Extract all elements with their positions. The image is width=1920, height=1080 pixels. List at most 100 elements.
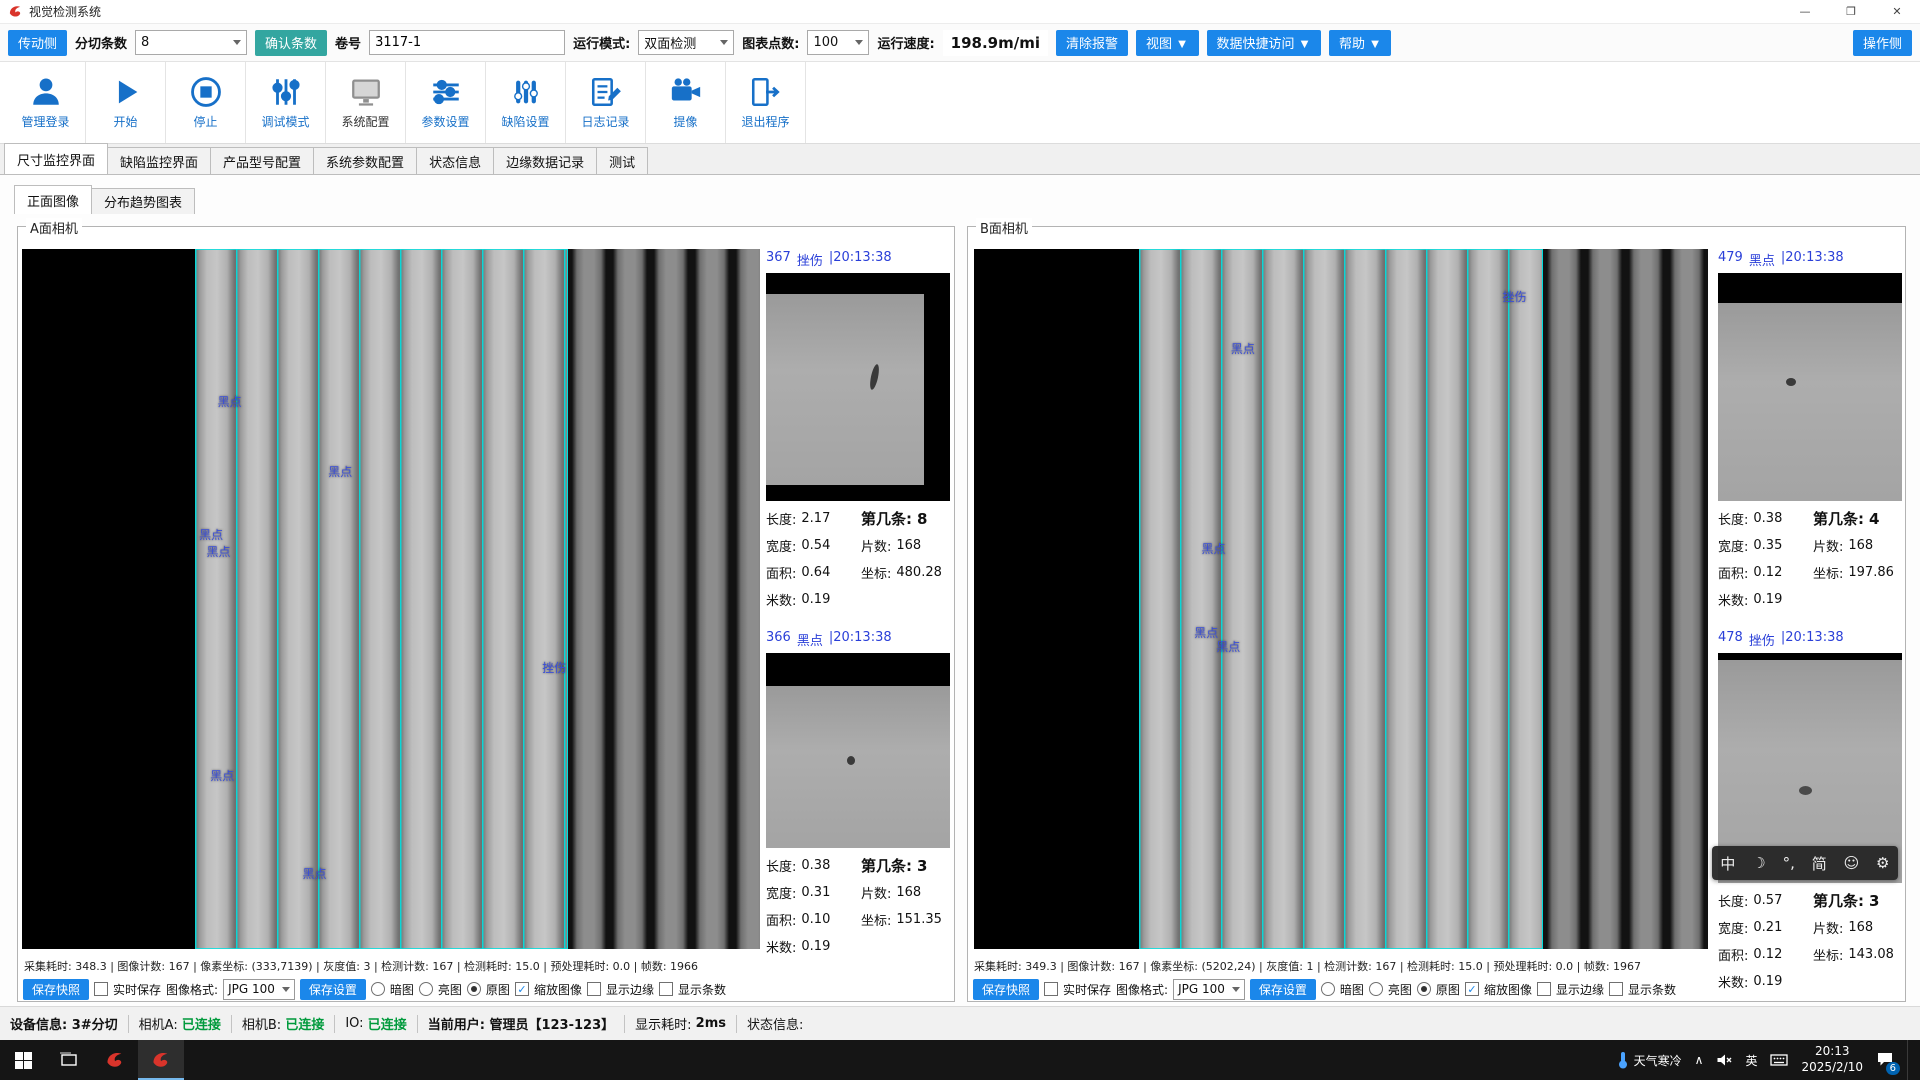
defect-settings-button[interactable]: 缺陷设置 xyxy=(486,62,566,143)
realtime-save-checkbox[interactable] xyxy=(1044,982,1058,996)
tray-expand-chevron[interactable]: ∧ xyxy=(1695,1053,1704,1067)
tab-edge-data-record[interactable]: 边缘数据记录 xyxy=(493,147,597,174)
original-image-radio[interactable] xyxy=(467,982,481,996)
ime-punctuation-button[interactable]: °, xyxy=(1783,854,1795,872)
original-image-radio[interactable] xyxy=(1417,982,1431,996)
defect-pieces: 168 xyxy=(1848,920,1873,935)
chart-points-select[interactable]: 100 xyxy=(807,30,869,55)
defect-stats: 长度:0.38 第几条:3 宽度:0.31 片数:168 面积:0.10 坐标:… xyxy=(766,848,952,960)
taskbar-app-icon-active[interactable] xyxy=(138,1040,184,1080)
ime-settings-gear-icon[interactable]: ⚙ xyxy=(1876,854,1889,872)
chart-points-label: 图表点数: xyxy=(742,33,799,52)
ime-fullwidth-moon-icon[interactable]: ☽ xyxy=(1752,854,1765,872)
divider xyxy=(231,1015,232,1033)
bright-image-radio[interactable] xyxy=(419,982,433,996)
defect-annotation: 黑点 xyxy=(328,463,352,480)
weather-tray-item[interactable]: 天气寒冷 xyxy=(1616,1051,1682,1069)
divider xyxy=(417,1015,418,1033)
show-count-checkbox[interactable] xyxy=(1609,982,1623,996)
defect-card[interactable]: 478 挫伤 |20:13:38 长度:0.57 第几条:3 宽度:0.21 片… xyxy=(1718,629,1904,995)
ime-language-button[interactable]: 中 xyxy=(1720,853,1735,874)
data-access-menu-button[interactable]: 数据快捷访问 ▼ xyxy=(1207,30,1321,56)
show-desktop-button[interactable] xyxy=(1907,1040,1912,1080)
operate-side-button[interactable]: 操作侧 xyxy=(1853,30,1912,56)
defect-annotation: 挫伤 xyxy=(542,659,566,676)
show-count-checkbox[interactable] xyxy=(659,982,673,996)
tab-front-image[interactable]: 正面图像 xyxy=(14,185,92,214)
show-edge-checkbox[interactable] xyxy=(587,982,601,996)
capture-image-button[interactable]: 提像 xyxy=(646,62,726,143)
input-language-indicator[interactable]: 英 xyxy=(1745,1052,1757,1069)
show-edge-checkbox[interactable] xyxy=(1537,982,1551,996)
tab-distribution-trend-chart[interactable]: 分布趋势图表 xyxy=(91,188,195,214)
camera-b-stats-line: 采集耗时: 349.3 | 图像计数: 167 | 像素坐标: (5202,24… xyxy=(974,958,1641,974)
restore-button[interactable]: ❐ xyxy=(1828,0,1874,23)
defect-meters: 0.19 xyxy=(1753,592,1782,607)
clear-alarm-button[interactable]: 清除报警 xyxy=(1056,30,1128,56)
defect-coord: 143.08 xyxy=(1848,947,1894,962)
touch-keyboard-icon[interactable] xyxy=(1770,1053,1788,1067)
camera-b-image[interactable]: 挫伤 黑点 黑点 黑点 黑点 xyxy=(974,249,1708,949)
action-center-button[interactable]: 6 xyxy=(1876,1050,1894,1071)
zoom-image-checkbox[interactable] xyxy=(1465,982,1479,996)
defect-card[interactable]: 366 黑点 |20:13:38 长度:0.38 第几条:3 宽度:0.31 片… xyxy=(766,629,952,960)
io-status-value: 已连接 xyxy=(368,1014,407,1033)
zoom-image-checkbox[interactable] xyxy=(515,982,529,996)
view-menu-button[interactable]: 视图 ▼ xyxy=(1136,30,1198,56)
start-button[interactable] xyxy=(0,1040,46,1080)
close-button[interactable]: ✕ xyxy=(1874,0,1920,23)
image-format-select[interactable]: JPG 100 xyxy=(223,979,295,1000)
defect-id: 367 xyxy=(766,250,791,269)
defect-time: |20:13:38 xyxy=(829,630,892,649)
confirm-count-button[interactable]: 确认条数 xyxy=(255,30,327,56)
roll-number-input[interactable] xyxy=(369,30,565,55)
defect-annotation: 黑点 xyxy=(199,526,223,543)
ime-simplified-button[interactable]: 简 xyxy=(1812,853,1827,874)
image-format-select[interactable]: JPG 100 xyxy=(1173,979,1245,1000)
defect-annotation: 黑点 xyxy=(218,393,242,410)
save-snapshot-button[interactable]: 保存快照 xyxy=(23,979,89,1000)
notification-badge: 6 xyxy=(1886,1062,1900,1075)
taskbar-clock[interactable]: 20:13 2025/2/10 xyxy=(1801,1044,1863,1075)
tab-size-monitor[interactable]: 尺寸监控界面 xyxy=(4,143,108,174)
camera-a-defect-list: 367 挫伤 |20:13:38 长度:2.17 第几条:8 宽度:0.54 片… xyxy=(766,249,952,976)
volume-muted-icon[interactable] xyxy=(1716,1052,1732,1068)
drive-side-button[interactable]: 传动侧 xyxy=(8,30,67,56)
minimize-button[interactable]: — xyxy=(1782,0,1828,23)
ime-emoji-button[interactable]: ☺ xyxy=(1844,854,1860,872)
save-settings-button[interactable]: 保存设置 xyxy=(1250,979,1316,1000)
realtime-save-checkbox[interactable] xyxy=(94,982,108,996)
dark-image-radio[interactable] xyxy=(371,982,385,996)
system-config-button[interactable]: 系统配置 xyxy=(326,62,406,143)
debug-mode-button[interactable]: 调试模式 xyxy=(246,62,326,143)
start-button[interactable]: 开始 xyxy=(86,62,166,143)
dark-image-radio[interactable] xyxy=(1321,982,1335,996)
admin-login-button[interactable]: 管理登录 xyxy=(6,62,86,143)
tab-product-model-config[interactable]: 产品型号配置 xyxy=(210,147,314,174)
tab-test[interactable]: 测试 xyxy=(596,147,648,174)
defect-stats: 长度:0.38 第几条:4 宽度:0.35 片数:168 面积:0.12 坐标:… xyxy=(1718,501,1904,613)
task-view-button[interactable] xyxy=(46,1040,92,1080)
defect-pieces: 168 xyxy=(1848,538,1873,553)
defect-card[interactable]: 479 黑点 |20:13:38 长度:0.38 第几条:4 宽度:0.35 片… xyxy=(1718,249,1904,613)
slit-count-select[interactable]: 8 xyxy=(135,30,247,55)
tab-system-param-config[interactable]: 系统参数配置 xyxy=(313,147,417,174)
exit-program-button[interactable]: 退出程序 xyxy=(726,62,806,143)
help-menu-button[interactable]: 帮助 ▼ xyxy=(1329,30,1391,56)
save-snapshot-button[interactable]: 保存快照 xyxy=(973,979,1039,1000)
defect-card[interactable]: 367 挫伤 |20:13:38 长度:2.17 第几条:8 宽度:0.54 片… xyxy=(766,249,952,613)
camera-a-image[interactable]: 黑点 黑点 黑点 黑点 挫伤 黑点 黑点 xyxy=(22,249,760,949)
stop-button[interactable]: 停止 xyxy=(166,62,246,143)
defect-coord: 197.86 xyxy=(1848,565,1894,580)
log-record-button[interactable]: 日志记录 xyxy=(566,62,646,143)
parameter-settings-button[interactable]: 参数设置 xyxy=(406,62,486,143)
save-settings-button[interactable]: 保存设置 xyxy=(300,979,366,1000)
defect-area: 0.12 xyxy=(1753,947,1782,962)
run-mode-select[interactable]: 双面检测 xyxy=(638,30,734,55)
tab-defect-monitor[interactable]: 缺陷监控界面 xyxy=(107,147,211,174)
taskbar-app-icon[interactable] xyxy=(92,1040,138,1080)
tab-status-info[interactable]: 状态信息 xyxy=(416,147,494,174)
defect-strip: 3 xyxy=(1869,892,1879,910)
bright-image-radio[interactable] xyxy=(1369,982,1383,996)
defect-length: 2.17 xyxy=(801,511,830,526)
